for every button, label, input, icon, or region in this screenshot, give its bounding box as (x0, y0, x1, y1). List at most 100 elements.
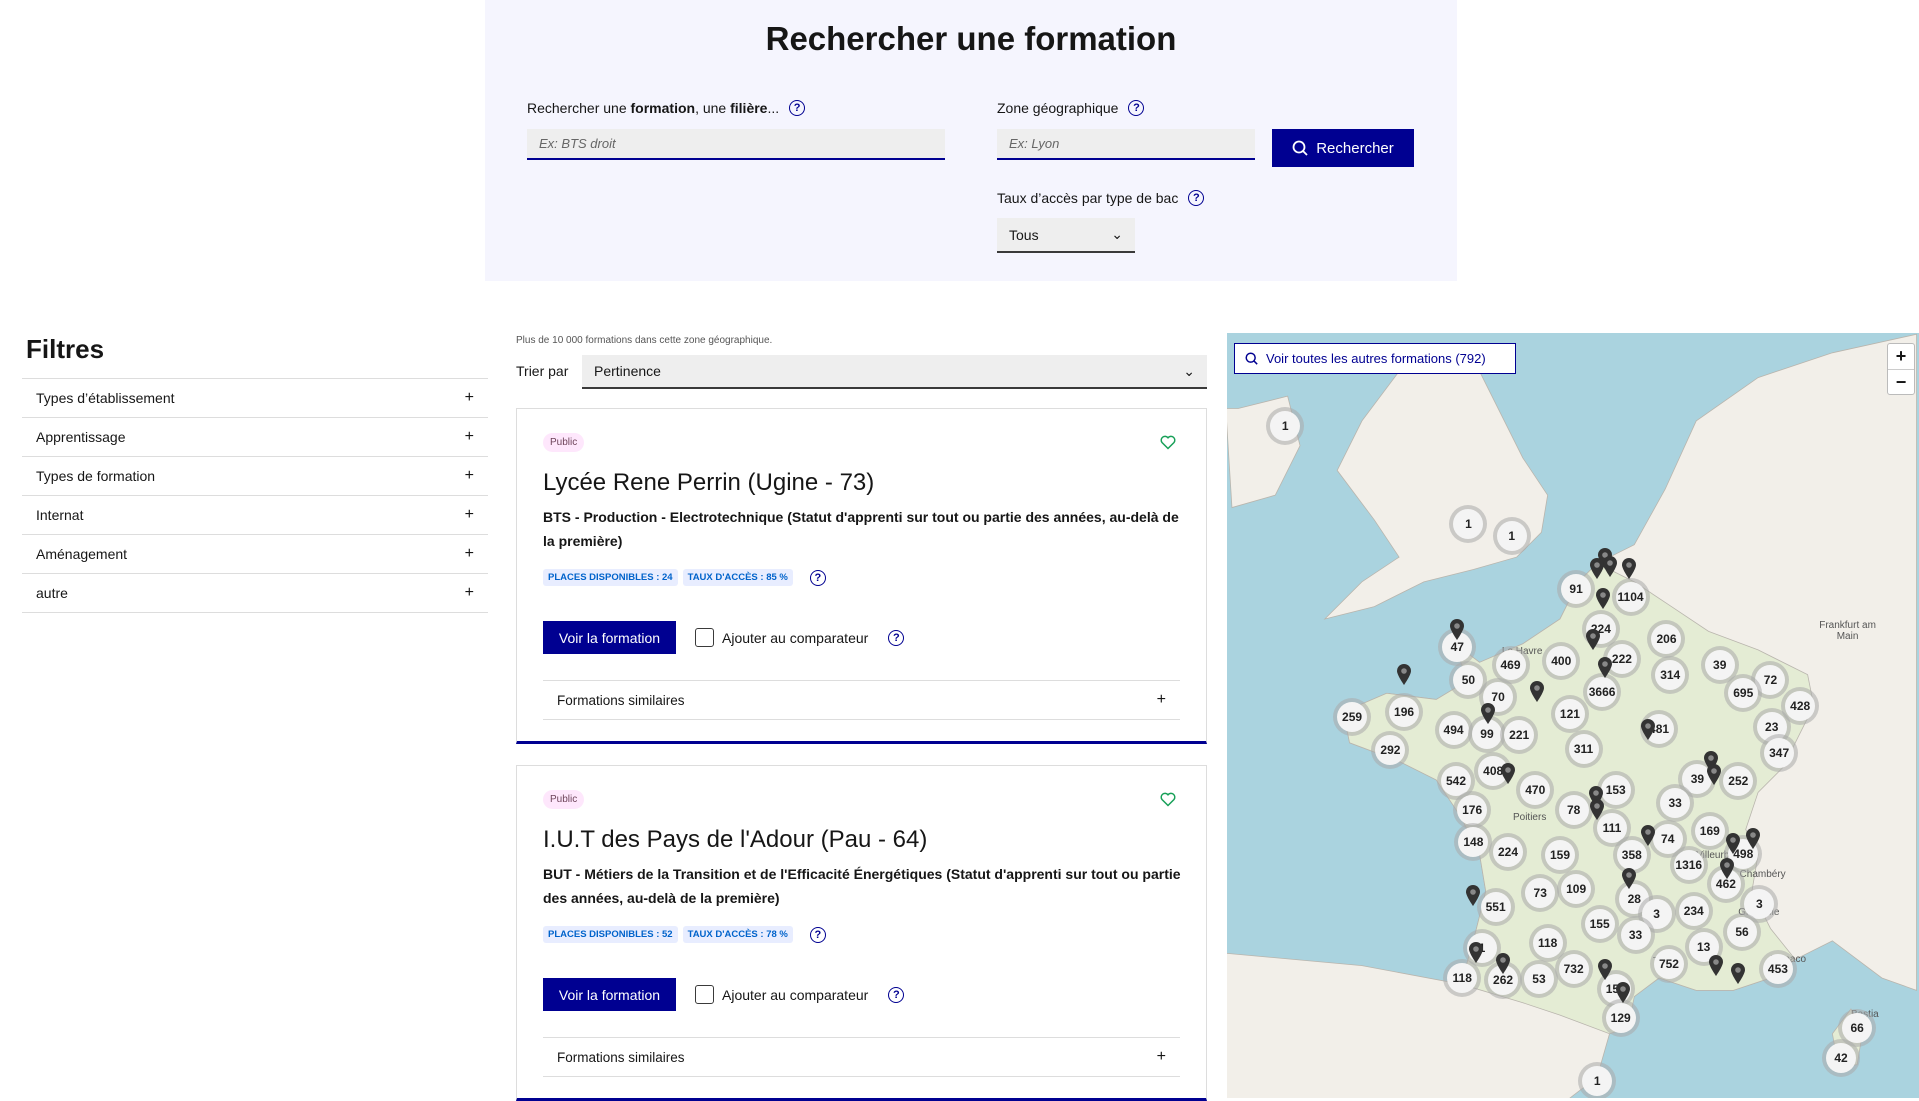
map-pin-icon[interactable] (1730, 962, 1746, 985)
taux-select[interactable]: Tous ⌄ (997, 218, 1135, 253)
map-place-label: Frankfurt am Main (1819, 620, 1876, 643)
map-cluster[interactable]: 118 (1443, 958, 1482, 997)
map-pin-icon[interactable] (1396, 663, 1412, 685)
map-cluster[interactable]: 196 (1385, 692, 1424, 731)
plus-icon: + (464, 506, 474, 523)
map-cluster[interactable]: 53 (1519, 960, 1558, 999)
filter-4[interactable]: Aménagement + (22, 535, 488, 574)
map-cluster[interactable]: 1 (1492, 517, 1531, 556)
map-cluster[interactable]: 347 (1760, 733, 1799, 772)
map-pin-icon[interactable] (1621, 557, 1637, 580)
formation-subtitle: BUT - Métiers de la Transition et de l'E… (543, 866, 1181, 906)
map-pin-icon[interactable] (1615, 981, 1631, 1003)
map-pin-icon[interactable] (1745, 827, 1761, 850)
map-pin-icon[interactable] (1595, 587, 1611, 610)
map-pin-icon[interactable] (1602, 555, 1618, 577)
help-icon[interactable]: ? (1188, 190, 1205, 206)
map-cluster[interactable]: 1 (1266, 406, 1305, 445)
similar-formations-toggle[interactable]: Formations similaires + (543, 1037, 1180, 1077)
heart-icon[interactable] (1160, 435, 1176, 450)
map-cluster[interactable]: 148 (1454, 822, 1493, 861)
search-icon (1292, 140, 1308, 156)
map[interactable]: Voir toutes les autres formations (792) … (1227, 333, 1919, 1098)
map-cluster[interactable]: 206 (1647, 619, 1686, 658)
map-cluster[interactable]: 73 (1521, 873, 1560, 912)
zoom-in-button[interactable]: + (1888, 344, 1914, 369)
filter-5[interactable]: autre + (22, 574, 488, 613)
map-cluster[interactable]: 470 (1516, 770, 1555, 809)
map-pin-icon[interactable] (1480, 702, 1496, 725)
map-cluster[interactable]: 155 (1580, 904, 1619, 943)
compare-label: Ajouter au comparateur (722, 629, 869, 646)
see-all-formations-button[interactable]: Voir toutes les autres formations (792) (1234, 343, 1516, 374)
map-pin-icon[interactable] (1640, 718, 1656, 741)
similar-formations-toggle[interactable]: Formations similaires + (543, 680, 1180, 720)
map-cluster[interactable]: 1 (1449, 504, 1488, 543)
map-cluster[interactable]: 1104 (1611, 577, 1650, 616)
map-cluster[interactable]: 234 (1674, 892, 1713, 931)
map-pin-icon[interactable] (1495, 952, 1511, 975)
map-cluster[interactable]: 56 (1723, 913, 1761, 952)
search-button[interactable]: Rechercher (1272, 129, 1414, 167)
map-pin-icon[interactable] (1449, 618, 1465, 641)
formation-search-input[interactable] (527, 129, 945, 160)
map-cluster[interactable]: 3666 (1583, 673, 1622, 712)
map-cluster[interactable]: 551 (1476, 888, 1515, 927)
compare-checkbox[interactable] (695, 628, 714, 647)
map-pin-icon[interactable] (1465, 884, 1481, 907)
help-icon[interactable]: ? (809, 569, 826, 586)
map-cluster[interactable]: 314 (1651, 655, 1690, 694)
heart-icon[interactable] (1160, 792, 1176, 807)
map-cluster[interactable]: 259 (1333, 697, 1372, 736)
map-cluster[interactable]: 1316 (1669, 846, 1708, 885)
map-pin-icon[interactable] (1719, 857, 1735, 879)
map-cluster[interactable]: 224 (1489, 832, 1528, 871)
map-cluster[interactable]: 732 (1554, 950, 1593, 989)
formation-title[interactable]: I.U.T des Pays de l'Adour (Pau - 64) (543, 826, 927, 854)
filter-3[interactable]: Internat + (22, 496, 488, 535)
filter-1[interactable]: Apprentissage + (22, 418, 488, 457)
map-pin-icon[interactable] (1597, 656, 1613, 679)
map-pin-icon[interactable] (1500, 762, 1516, 784)
formation-label: Rechercher une formation, une filière...… (527, 100, 806, 116)
chevron-down-icon: ⌄ (1183, 362, 1195, 379)
filter-label: autre (36, 585, 68, 601)
map-pin-icon[interactable] (1597, 958, 1613, 981)
map-pin-icon[interactable] (1585, 628, 1601, 650)
map-pin-icon[interactable] (1708, 954, 1724, 976)
map-pin-icon[interactable] (1589, 798, 1605, 820)
map-pin-icon[interactable] (1706, 763, 1722, 785)
filter-2[interactable]: Types de formation + (22, 457, 488, 496)
filter-label: Apprentissage (36, 429, 126, 445)
sort-select[interactable]: Pertinence ⌄ (582, 355, 1207, 389)
map-cluster[interactable]: 311 (1564, 729, 1603, 768)
map-pin-icon[interactable] (1640, 824, 1656, 846)
map-cluster[interactable]: 109 (1557, 869, 1596, 908)
map-pin-icon[interactable] (1468, 941, 1484, 964)
help-icon[interactable]: ? (1128, 100, 1145, 116)
help-icon[interactable]: ? (789, 100, 806, 116)
map-pin-icon[interactable] (1529, 680, 1545, 702)
map-pin-icon[interactable] (1621, 867, 1637, 889)
voir-formation-button[interactable]: Voir la formation (543, 621, 676, 654)
map-cluster[interactable]: 169 (1690, 811, 1729, 850)
map-cluster[interactable]: 1 (1578, 1061, 1617, 1098)
help-icon[interactable]: ? (809, 926, 826, 943)
help-icon[interactable]: ? (888, 986, 905, 1003)
map-cluster[interactable]: 494 (1434, 711, 1473, 750)
zone-input[interactable] (997, 129, 1255, 160)
help-icon[interactable]: ? (888, 629, 905, 646)
map-pin-icon[interactable] (1725, 832, 1741, 855)
map-cluster[interactable]: 33 (1616, 915, 1655, 954)
filter-label: Types de formation (36, 468, 156, 484)
compare-checkbox[interactable] (695, 985, 714, 1004)
compare-label: Ajouter au comparateur (722, 986, 869, 1003)
zoom-out-button[interactable]: − (1888, 369, 1914, 394)
formation-title[interactable]: Lycée Rene Perrin (Ugine - 73) (543, 469, 874, 497)
map-cluster[interactable]: 78 (1554, 790, 1593, 829)
map-cluster[interactable]: 121 (1550, 695, 1589, 734)
map-cluster[interactable]: 453 (1758, 950, 1797, 989)
filter-0[interactable]: Types d’établissement + (22, 379, 488, 418)
map-cluster[interactable]: 129 (1601, 998, 1640, 1037)
voir-formation-button[interactable]: Voir la formation (543, 978, 676, 1011)
